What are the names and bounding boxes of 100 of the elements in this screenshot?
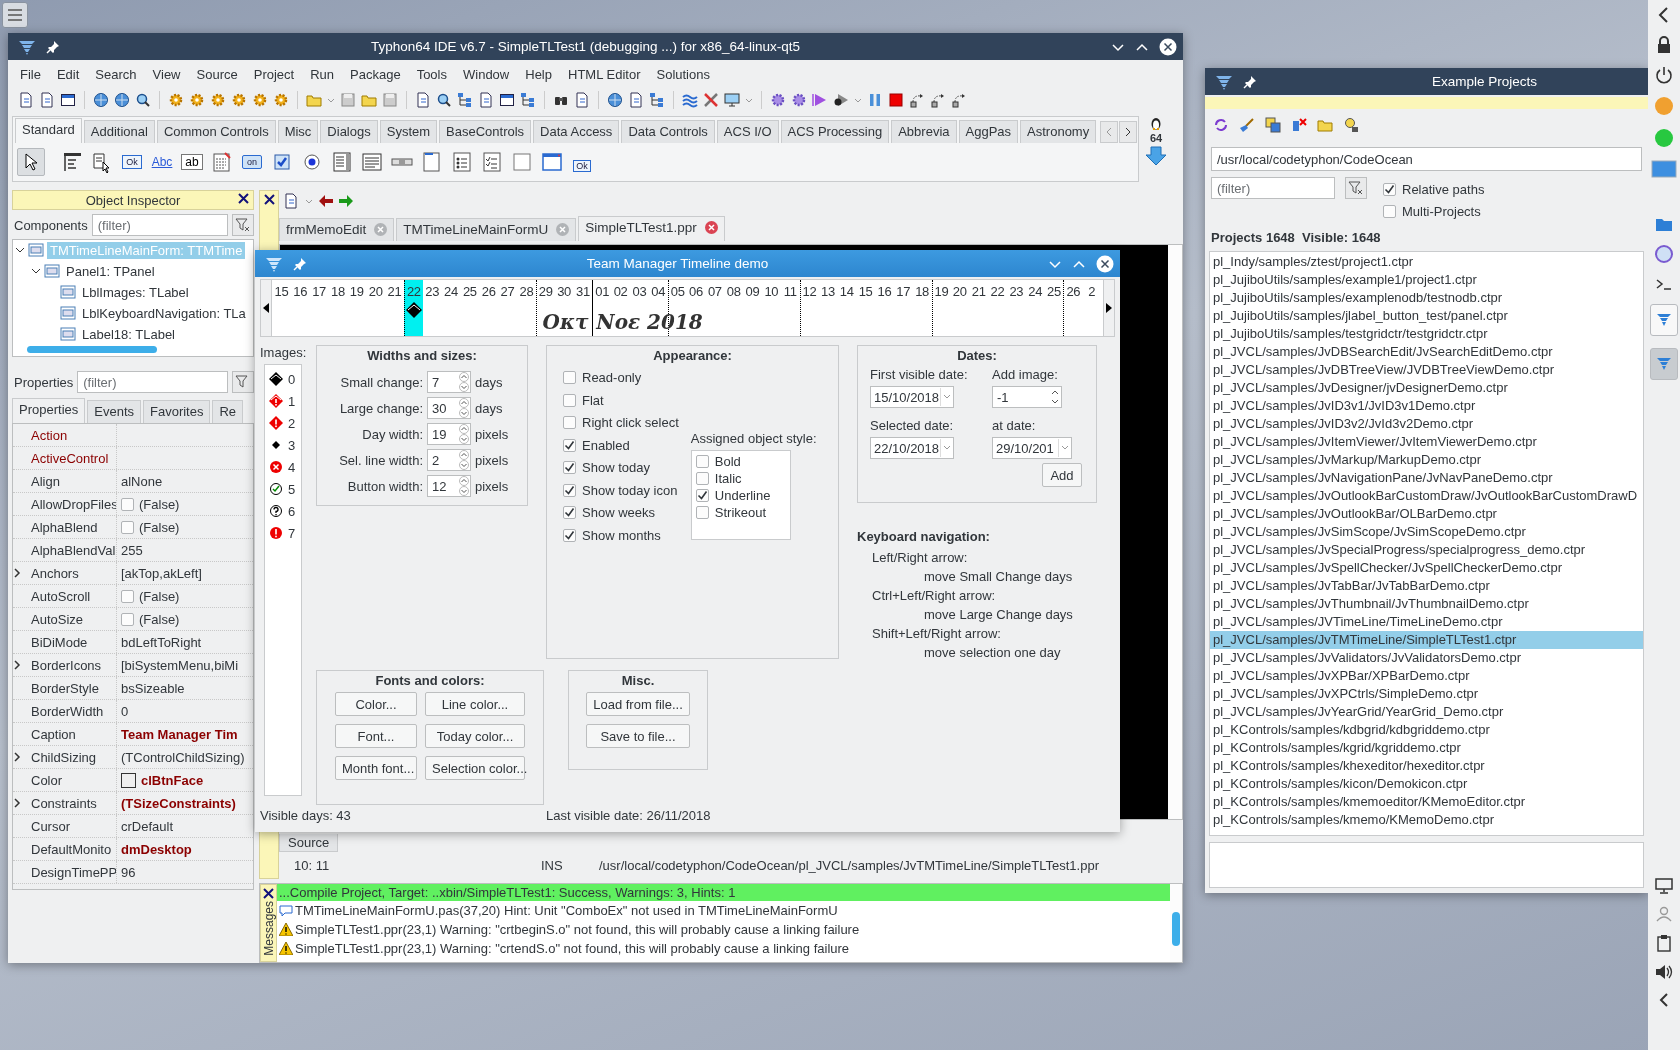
project-item[interactable]: pl_JVCL/samples/JvOutlookBar/OLBarDemo.ctpr bbox=[1210, 505, 1643, 523]
day-number[interactable]: 25 bbox=[462, 284, 477, 299]
tab[interactable]: Properties bbox=[12, 398, 86, 423]
property-value[interactable]: clBtnFace bbox=[141, 772, 204, 788]
document-icon[interactable] bbox=[39, 92, 55, 108]
checkbox[interactable] bbox=[1383, 183, 1396, 196]
day-number[interactable]: 10 bbox=[764, 284, 779, 299]
close-icon[interactable] bbox=[238, 193, 249, 204]
editor-tab[interactable]: SimpleTLTest1.ppr bbox=[578, 216, 725, 241]
day-number[interactable]: 24 bbox=[444, 284, 458, 299]
palette-tab[interactable]: ACS Processing bbox=[780, 120, 890, 143]
spin-field[interactable]: -1 bbox=[992, 386, 1062, 408]
tree-item[interactable]: Label18: TLabel bbox=[79, 325, 178, 343]
day-number[interactable]: 22 bbox=[990, 284, 1005, 299]
timeline[interactable]: 15 16 17 18 19 20 21 22 23 24 25 26 27 28 29 30 31 Οκτ 01 02 03 04 05 06 07 08 09 10 11 12 13 14 15 16 17 18 19 20 21 22 23 24 25 26 2 Νοε 2018 bbox=[272, 279, 1103, 337]
palette-item[interactable]: on bbox=[239, 149, 265, 175]
project-item[interactable]: pl_JVCL/samples/JvValidators/JvValidatorsDemo.ctpr bbox=[1210, 649, 1643, 667]
palette-tab[interactable]: Data Controls bbox=[621, 120, 715, 143]
checkbox[interactable] bbox=[121, 589, 134, 603]
day-number[interactable]: 17 bbox=[312, 284, 327, 299]
palette-item[interactable] bbox=[17, 148, 45, 176]
image-index[interactable]: 6 bbox=[288, 503, 296, 519]
scroll-right-button[interactable] bbox=[1103, 279, 1115, 337]
checkbox-label[interactable]: Show months bbox=[582, 527, 661, 543]
pin-icon[interactable] bbox=[46, 39, 60, 54]
checkbox[interactable] bbox=[563, 506, 576, 519]
menu-item[interactable]: View bbox=[144, 66, 189, 82]
property-value[interactable]: bsSizeable bbox=[121, 680, 185, 696]
property-value[interactable]: (False) bbox=[139, 519, 180, 535]
dropdown-icon[interactable] bbox=[943, 394, 951, 400]
color-button[interactable]: Today color... bbox=[425, 724, 525, 748]
day-number[interactable]: 19 bbox=[349, 284, 364, 299]
checkbox[interactable] bbox=[1383, 205, 1396, 218]
file-button[interactable]: Save to file... bbox=[586, 724, 690, 748]
message-text[interactable]: TMTimeLineMainFormU.pas(37,20) Hint: Unit "ComboEx" not used in TMTimeLineMainFormU bbox=[295, 903, 838, 918]
folder-icon[interactable] bbox=[1655, 216, 1673, 232]
document-icon[interactable] bbox=[478, 92, 494, 108]
project-item[interactable]: pl_JVCL/samples/JvDBTreeView/JVDBTreeViewDemo.ctpr bbox=[1210, 361, 1643, 379]
day-number[interactable]: 21 bbox=[971, 284, 986, 299]
project-item[interactable]: pl_KControls/samples/kdbgrid/kdbgriddemo.ctpr bbox=[1210, 721, 1643, 739]
day-number[interactable]: 18 bbox=[915, 284, 930, 299]
folder-icon[interactable] bbox=[306, 92, 322, 108]
checkbox-label[interactable]: Italic bbox=[714, 470, 742, 486]
person-icon[interactable] bbox=[1656, 906, 1672, 922]
power-icon[interactable] bbox=[1655, 66, 1673, 84]
menu-item[interactable]: Window bbox=[455, 66, 518, 82]
monitor-icon[interactable] bbox=[724, 92, 740, 108]
project-item[interactable]: pl_JVCL/samples/JvXPCtrls/SimpleDemo.ctpr bbox=[1210, 685, 1643, 703]
date-field[interactable]: 22/10/2018 bbox=[870, 437, 954, 459]
tree-icon[interactable] bbox=[457, 92, 473, 108]
day-number[interactable]: 20 bbox=[368, 284, 383, 299]
window-icon[interactable] bbox=[499, 92, 515, 108]
message-text[interactable]: SimpleTLTest1.ppr(23,1) Warning: "crtendS.o" not found, this will probably cause a linking failure bbox=[295, 941, 850, 956]
palette-tab[interactable]: Astronomy bbox=[1020, 120, 1097, 143]
day-number[interactable]: 29 bbox=[538, 284, 553, 299]
project-item[interactable]: pl_JVCL/samples/JVTimeLine/TimeLineDemo.ctpr bbox=[1210, 613, 1643, 631]
tree-item[interactable]: LblKeyboardNavigation: TLa bbox=[79, 304, 249, 322]
day-number[interactable]: 2 bbox=[1088, 284, 1096, 299]
day-number[interactable]: 19 bbox=[934, 284, 949, 299]
property-value[interactable]: (TControlChildSizing) bbox=[121, 749, 245, 765]
project-item[interactable]: pl_KControls/samples/kmemo/KMemoDemo.ctpr bbox=[1210, 811, 1643, 829]
day-number[interactable]: 18 bbox=[331, 284, 345, 299]
vertical-scrollbar[interactable] bbox=[1170, 884, 1182, 962]
step-icon[interactable] bbox=[909, 92, 925, 108]
day-number[interactable]: 23 bbox=[1009, 284, 1024, 299]
search-icon[interactable] bbox=[436, 92, 452, 108]
project-item[interactable]: pl_KControls/samples/kmemoeditor/KMemoEditor.ctpr bbox=[1210, 793, 1643, 811]
cog-icon[interactable] bbox=[770, 92, 786, 108]
document-icon[interactable] bbox=[628, 92, 644, 108]
color-button[interactable]: Color... bbox=[335, 692, 417, 716]
project-item[interactable]: pl_JujiboUtils/samples/testgridctr/testgridctr.ctpr bbox=[1210, 325, 1643, 343]
property-value[interactable]: alNone bbox=[121, 473, 163, 489]
checkbox[interactable] bbox=[563, 528, 576, 542]
checkbox-label[interactable]: Read-only bbox=[582, 370, 642, 385]
palette-tab[interactable]: Misc bbox=[277, 120, 319, 143]
day-number[interactable]: 05 bbox=[670, 284, 685, 299]
menu-item[interactable]: HTML Editor bbox=[560, 66, 649, 82]
day-number[interactable]: 14 bbox=[839, 284, 854, 299]
folder-icon[interactable] bbox=[361, 92, 377, 108]
document-icon[interactable] bbox=[574, 92, 590, 108]
checkbox[interactable] bbox=[695, 471, 709, 485]
checkbox-label[interactable]: Strikeout bbox=[714, 504, 767, 520]
checkbox-label[interactable]: Multi-Projects bbox=[1402, 204, 1481, 219]
document-icon[interactable] bbox=[415, 92, 431, 108]
date-field[interactable]: 29/10/201 bbox=[992, 437, 1072, 459]
delete-icon[interactable] bbox=[1291, 117, 1307, 133]
menu-item[interactable]: Run bbox=[302, 66, 343, 82]
palette-item[interactable]: Ok bbox=[119, 149, 145, 175]
document-icon[interactable] bbox=[18, 92, 34, 108]
day-number[interactable]: 31 bbox=[576, 284, 590, 299]
palette-tab[interactable]: ACS I/O bbox=[716, 120, 779, 143]
window-icon[interactable] bbox=[60, 92, 76, 108]
menu-item[interactable]: Edit bbox=[48, 66, 88, 82]
project-item[interactable]: pl_JVCL/samples/JvDBSearchEdit/JvSearchEditDemo.ctpr bbox=[1210, 343, 1643, 361]
property-value[interactable]: 0 bbox=[121, 703, 129, 719]
date-field[interactable]: 15/10/2018 bbox=[870, 386, 954, 408]
editor-tab[interactable]: TMTimeLineMainFormU bbox=[396, 218, 577, 241]
menu-item[interactable]: Package bbox=[342, 66, 409, 82]
checkbox[interactable] bbox=[121, 612, 134, 626]
image-index[interactable]: 5 bbox=[288, 481, 296, 497]
